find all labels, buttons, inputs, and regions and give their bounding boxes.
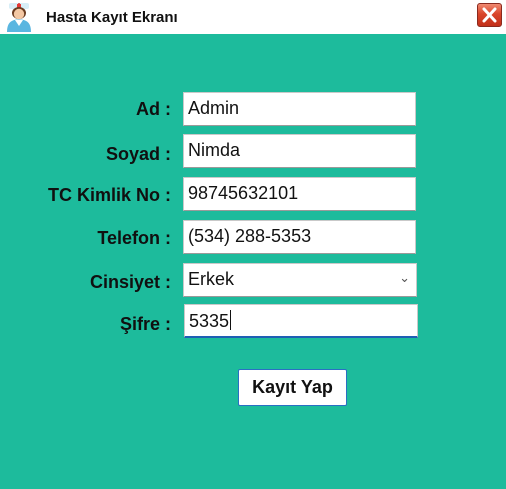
close-button[interactable] <box>477 3 502 27</box>
telefon-input[interactable]: (534) 288-5353 <box>183 220 416 254</box>
sifre-label: Şifre : <box>119 314 171 334</box>
chevron-down-icon[interactable]: ⌄ <box>399 270 410 286</box>
window-title: Hasta Kayıt Ekranı <box>46 9 178 26</box>
tc-kimlik-label: TC Kimlik No : <box>47 185 171 205</box>
cinsiyet-select[interactable]: Erkek ⌄ <box>183 263 417 297</box>
kayit-yap-button[interactable]: Kayıt Yap <box>238 369 347 406</box>
soyad-input[interactable]: Nimda <box>183 134 416 168</box>
text-caret <box>230 310 232 330</box>
close-icon <box>482 7 497 23</box>
form-panel: Ad : Admin Soyad : Nimda TC Kimlik No : … <box>0 34 506 489</box>
cinsiyet-label: Cinsiyet : <box>89 272 171 292</box>
sifre-input[interactable]: 5335 <box>184 304 418 338</box>
title-bar: Hasta Kayıt Ekranı <box>0 0 506 34</box>
tc-kimlik-input[interactable]: 98745632101 <box>183 177 416 211</box>
nurse-user-icon <box>7 3 31 32</box>
soyad-label: Soyad : <box>105 144 171 164</box>
ad-input[interactable]: Admin <box>183 92 416 126</box>
cinsiyet-selected-value: Erkek <box>188 269 235 289</box>
ad-label: Ad : <box>136 99 171 119</box>
sifre-value: 5335 <box>189 311 230 331</box>
telefon-label: Telefon : <box>97 228 171 248</box>
